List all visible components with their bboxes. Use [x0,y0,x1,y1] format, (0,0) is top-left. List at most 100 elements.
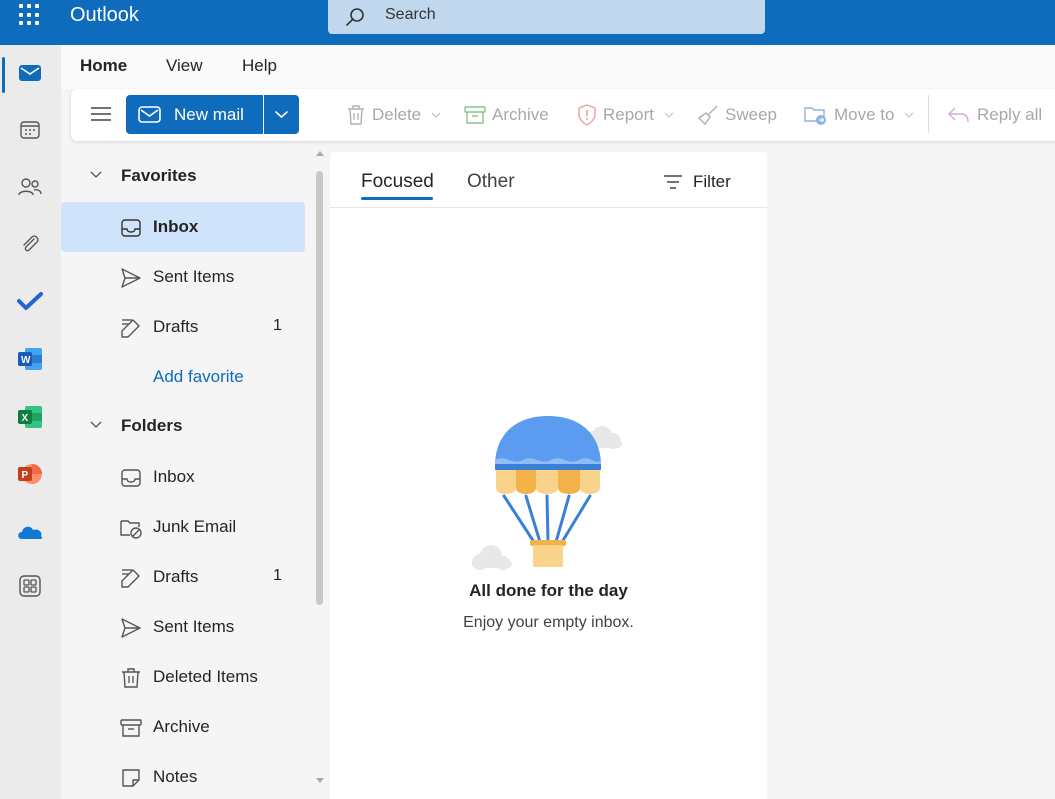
drafts-icon [121,569,140,588]
new-mail-label: New mail [174,105,244,124]
excel-icon[interactable]: X [12,399,48,435]
svg-text:X: X [22,413,29,424]
folders-label: Folders [121,416,183,435]
new-mail-button[interactable]: New mail [126,95,263,134]
app-rail: W X P [0,45,61,799]
move-to-button[interactable]: Move to [804,103,922,127]
powerpoint-icon[interactable]: P [12,456,48,492]
archive-button[interactable]: Archive [464,103,549,127]
divider [330,207,767,208]
favorites-header[interactable]: Favorites [61,156,306,196]
archive-icon [464,106,486,124]
filter-label: Filter [693,172,731,191]
report-label: Report [603,105,655,124]
archive-label: Archive [492,105,549,124]
calendar-icon[interactable] [12,112,48,148]
app-launcher-icon[interactable] [19,4,41,26]
todo-icon[interactable] [12,283,48,319]
message-list: Focused Other Filter All done for the da… [330,152,767,799]
word-icon[interactable]: W [12,341,48,377]
reply-all-label: Reply all [977,105,1043,124]
search-box[interactable]: Search [328,0,765,34]
filter-button[interactable]: Filter [663,172,731,192]
drafts-icon [121,319,140,338]
junk-icon [120,520,142,539]
chevron-down-icon [90,421,102,428]
empty-state-subtitle: Enjoy your empty inbox. [463,614,634,631]
archive-icon [120,719,142,737]
folder-label: Archive [153,717,210,736]
tab-help[interactable]: Help [242,56,277,76]
inbox-icon [121,469,141,487]
toolbar-divider [928,95,929,133]
folder-item-deleted[interactable]: Deleted Items [61,652,305,702]
attachment-icon[interactable] [12,226,48,262]
favorite-item-inbox[interactable]: Inbox [61,202,305,252]
folder-item-inbox[interactable]: Inbox [61,452,305,502]
delete-button[interactable]: Delete [346,103,449,127]
new-mail-dropdown[interactable] [264,95,299,134]
svg-text:P: P [22,470,29,481]
delete-label: Delete [372,105,422,124]
app-title[interactable]: Outlook [70,4,139,27]
ribbon-toolbar: New mail Delete Archive Report Sweep Mov… [71,89,1055,141]
tab-home[interactable]: Home [80,56,127,76]
folder-label: Deleted Items [153,667,258,686]
folder-pane: Favorites Inbox Sent Items Drafts 1 Add … [61,145,328,799]
folder-label: Sent Items [153,617,235,636]
trash-icon [348,105,364,125]
chevron-down-icon [275,111,288,119]
folder-item-junk[interactable]: Junk Email [61,502,305,552]
broom-icon [697,105,718,126]
onedrive-icon[interactable] [12,514,48,550]
favorites-label: Favorites [121,166,197,185]
reply-all-button[interactable]: Reply all [947,103,1042,127]
folder-label: Drafts [153,567,199,586]
search-icon [346,8,364,26]
folder-label: Junk Email [153,517,237,536]
search-input[interactable]: Search [385,6,436,24]
unread-count: 1 [273,567,282,584]
mail-icon[interactable] [12,55,48,91]
folders-header[interactable]: Folders [61,406,306,446]
folder-label: Notes [153,767,198,786]
ribbon-tabs: Home View Help [61,45,1055,89]
filter-icon [664,175,682,189]
sweep-button[interactable]: Sweep [697,103,777,127]
folder-scrollbar[interactable] [314,145,324,799]
active-indicator [2,57,5,93]
scroll-thumb[interactable] [316,171,323,605]
favorite-item-sent[interactable]: Sent Items [61,252,305,302]
report-button[interactable]: Report [577,103,682,127]
favorite-item-drafts[interactable]: Drafts 1 [61,302,305,352]
send-icon [121,618,141,638]
folder-item-archive[interactable]: Archive [61,702,305,752]
hamburger-icon[interactable] [91,106,111,122]
tab-focused[interactable]: Focused [361,171,434,193]
top-bar: Outlook Search [0,0,1055,45]
chevron-down-icon [431,112,441,118]
tab-other[interactable]: Other [467,171,515,193]
people-icon[interactable] [12,169,48,205]
folder-item-sent[interactable]: Sent Items [61,602,305,652]
add-favorite-label: Add favorite [153,367,244,386]
shield-icon [578,104,596,126]
svg-text:W: W [21,355,31,366]
scroll-down-icon[interactable] [315,777,325,785]
folder-label: Sent Items [153,267,235,286]
folder-label: Inbox [153,467,195,486]
folder-item-notes[interactable]: Notes [61,752,305,799]
scroll-up-icon[interactable] [315,149,325,157]
folder-item-drafts[interactable]: Drafts 1 [61,552,305,602]
reply-all-icon [948,107,969,123]
chevron-down-icon [90,171,102,178]
more-apps-icon[interactable] [12,568,48,604]
folder-label: Inbox [153,217,199,236]
inbox-icon [121,219,141,237]
move-to-label: Move to [834,105,895,124]
tab-view[interactable]: View [166,56,203,76]
active-tab-indicator [361,197,433,200]
empty-state-title: All done for the day [469,581,628,600]
reading-pane [768,145,1055,799]
add-favorite-link[interactable]: Add favorite [61,352,305,402]
